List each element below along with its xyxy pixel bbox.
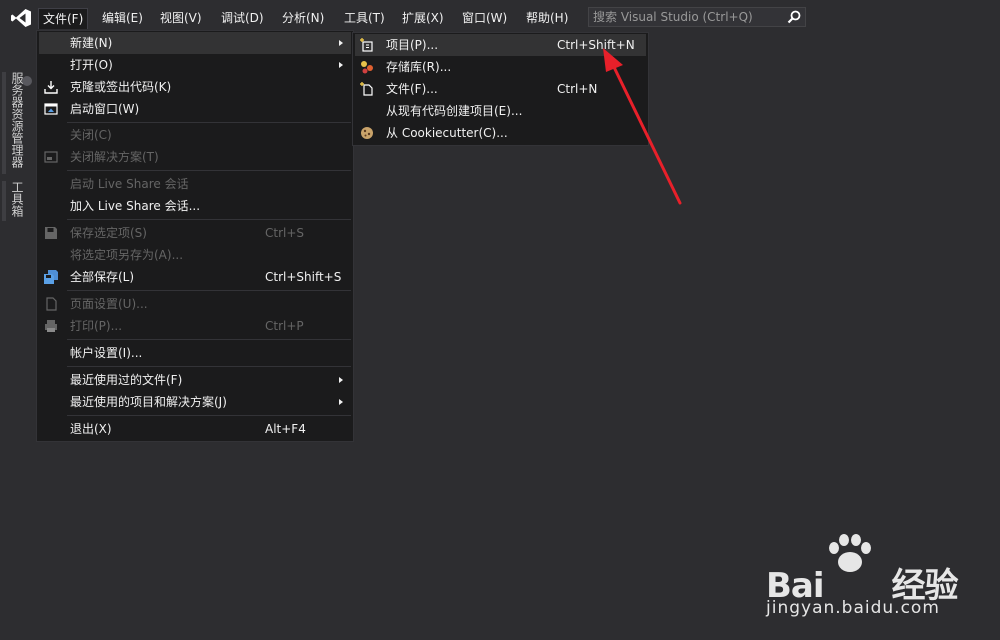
file-menu-print[interactable]: 打印(P)... Ctrl+P	[39, 315, 351, 337]
file-menu-page-setup[interactable]: 页面设置(U)...	[39, 293, 351, 315]
menu-separator	[67, 219, 351, 220]
menu-item-label: 关闭(C)	[70, 128, 112, 142]
baidu-jingyan-watermark: Bai 经验 jingyan.baidu.com	[766, 530, 976, 622]
menu-tools[interactable]: 工具(T)	[340, 9, 389, 27]
menu-item-shortcut: Ctrl+S	[265, 226, 305, 240]
menu-item-label: 项目(P)...	[386, 38, 439, 52]
menu-separator	[67, 170, 351, 171]
submenu-arrow-icon	[339, 62, 343, 68]
menu-item-label: 帐户设置(I)...	[70, 346, 143, 360]
menu-item-label: 从 Cookiecutter(C)...	[386, 126, 508, 140]
menu-separator	[67, 290, 351, 291]
menu-item-shortcut: Alt+F4	[265, 422, 306, 436]
menu-separator	[67, 415, 351, 416]
submenu-arrow-icon	[339, 377, 343, 383]
menu-item-label: 从现有代码创建项目(E)...	[386, 104, 523, 118]
cookiecutter-icon	[361, 127, 373, 139]
file-menu-new[interactable]: 新建(N)	[39, 32, 351, 54]
start-window-icon	[44, 103, 58, 115]
search-input[interactable]	[593, 9, 781, 25]
search-box	[588, 7, 806, 27]
file-menu-close-solution[interactable]: 关闭解决方案(T)	[39, 146, 351, 168]
menu-debug[interactable]: 调试(D)	[217, 9, 268, 27]
file-menu-join-live-share[interactable]: 加入 Live Share 会话...	[39, 195, 351, 217]
side-tab-server-explorer[interactable]: 服务器资源管理器	[8, 72, 26, 168]
menu-extensions[interactable]: 扩展(X)	[398, 9, 448, 27]
menu-separator	[67, 366, 351, 367]
file-menu-account-settings[interactable]: 帐户设置(I)...	[39, 342, 351, 364]
file-menu-save-selected[interactable]: 保存选定项(S) Ctrl+S	[39, 222, 351, 244]
file-menu-recent-projects[interactable]: 最近使用的项目和解决方案(J)	[39, 391, 351, 413]
menu-analyze[interactable]: 分析(N)	[278, 9, 328, 27]
menu-item-label: 关闭解决方案(T)	[70, 150, 159, 164]
menu-item-label: 克隆或签出代码(K)	[70, 80, 172, 94]
menu-separator	[67, 122, 351, 123]
side-tab-indicator	[2, 181, 6, 221]
save-icon	[45, 227, 57, 239]
new-project-icon	[360, 38, 373, 52]
clone-download-icon	[44, 81, 58, 94]
file-menu-dropdown: 新建(N) 打开(O) 克隆或签出代码(K) 启动窗口(W) 关闭(C) 关闭解…	[36, 30, 354, 442]
side-tab-toolbox[interactable]: 工具箱	[8, 181, 26, 217]
menu-view[interactable]: 视图(V)	[156, 9, 206, 27]
menu-separator	[67, 339, 351, 340]
menu-item-label: 启动窗口(W)	[70, 102, 140, 116]
close-solution-icon	[44, 151, 58, 163]
repository-icon	[361, 61, 373, 74]
menu-item-label: 启动 Live Share 会话	[70, 177, 189, 191]
menu-item-shortcut: Ctrl+P	[265, 319, 304, 333]
file-menu-save-as[interactable]: 将选定项另存为(A)...	[39, 244, 351, 266]
menu-item-label: 最近使用的项目和解决方案(J)	[70, 395, 227, 409]
menu-item-label: 全部保存(L)	[70, 270, 135, 284]
submenu-arrow-icon	[339, 399, 343, 405]
red-annotation-arrow-icon	[603, 48, 682, 205]
menu-item-label: 文件(F)...	[386, 82, 438, 96]
side-tab-indicator	[2, 72, 6, 174]
file-menu-open[interactable]: 打开(O)	[39, 54, 351, 76]
save-all-icon	[44, 270, 58, 284]
menu-item-label: 加入 Live Share 会话...	[70, 199, 201, 213]
file-menu-exit[interactable]: 退出(X) Alt+F4	[39, 418, 351, 440]
new-file-icon	[360, 82, 373, 96]
file-menu-start-window[interactable]: 启动窗口(W)	[39, 98, 351, 120]
file-menu-close[interactable]: 关闭(C)	[39, 124, 351, 146]
watermark-url: jingyan.baidu.com	[766, 598, 940, 618]
file-menu-recent-files[interactable]: 最近使用过的文件(F)	[39, 369, 351, 391]
menu-item-label: 打印(P)...	[70, 319, 123, 333]
file-menu-save-all[interactable]: 全部保存(L) Ctrl+Shift+S	[39, 266, 351, 288]
menu-item-label: 存储库(R)...	[386, 60, 452, 74]
menu-help[interactable]: 帮助(H)	[522, 9, 572, 27]
menu-item-label: 退出(X)	[70, 422, 112, 436]
search-icon[interactable]	[787, 10, 801, 24]
page-setup-icon	[46, 297, 57, 311]
print-icon	[45, 320, 57, 332]
file-menu-clone[interactable]: 克隆或签出代码(K)	[39, 76, 351, 98]
menu-item-label: 保存选定项(S)	[70, 226, 147, 240]
menu-item-label: 将选定项另存为(A)...	[70, 248, 184, 262]
visual-studio-logo-icon[interactable]	[10, 8, 32, 28]
menu-file[interactable]: 文件(F)	[38, 8, 89, 29]
menu-item-label: 打开(O)	[70, 58, 113, 72]
menu-item-label: 最近使用过的文件(F)	[70, 373, 183, 387]
menu-item-label: 新建(N)	[70, 36, 113, 50]
menu-item-label: 页面设置(U)...	[70, 297, 148, 311]
side-tool-strip: 服务器资源管理器 工具箱	[0, 36, 36, 640]
menu-window[interactable]: 窗口(W)	[458, 9, 511, 27]
file-menu-start-live-share[interactable]: 启动 Live Share 会话	[39, 173, 351, 195]
menu-item-shortcut: Ctrl+Shift+S	[265, 270, 342, 284]
menu-edit[interactable]: 编辑(E)	[98, 9, 147, 27]
submenu-arrow-icon	[339, 40, 343, 46]
